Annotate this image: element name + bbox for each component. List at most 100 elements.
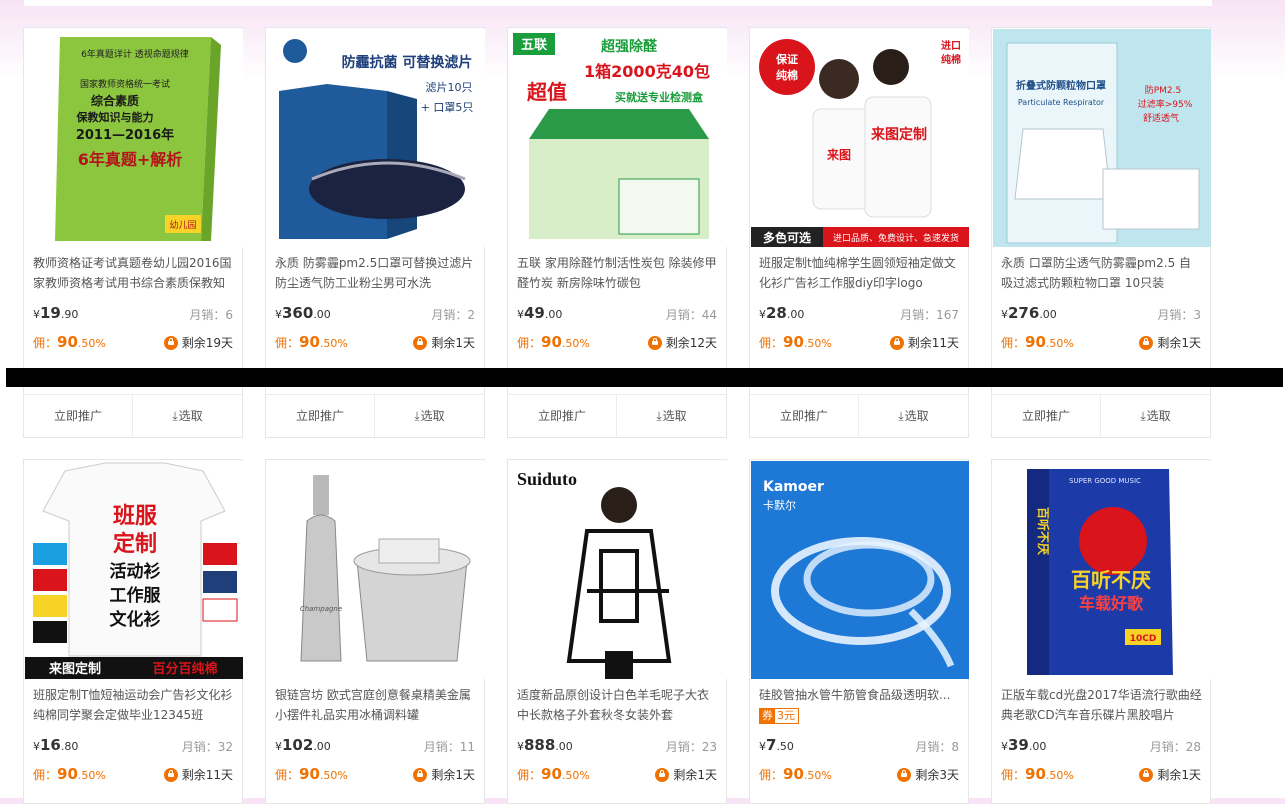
card-actions: 立即推广 ⤓选取: [750, 394, 968, 437]
commission-rate: 佣：90.50%: [1001, 333, 1074, 351]
monthly-sales: 月销：28: [1149, 740, 1201, 754]
svg-text:活动衫: 活动衫: [110, 561, 161, 582]
svg-text:6年真题+解析: 6年真题+解析: [78, 150, 183, 169]
product-card[interactable]: Champagne 银链宫坊 欧式宫庭创意餐桌精美金属小摆件礼品实用冰桶调料罐 …: [265, 459, 485, 804]
promote-button[interactable]: 立即推广: [508, 395, 617, 437]
product-image[interactable]: Kamoer 卡默尔: [751, 461, 969, 679]
svg-text:超值: 超值: [526, 80, 567, 104]
time-remaining: 剩余11天: [889, 334, 959, 351]
lock-icon: [163, 768, 178, 782]
svg-text:Kamoer: Kamoer: [763, 479, 824, 495]
product-image[interactable]: 保证 纯棉 进口 纯棉 来图 来图定制 多色可选 进口品质、免费设计、急速发货: [751, 29, 969, 247]
product-title[interactable]: 教师资格证考试真题卷幼儿园2016国家教师资格考试用书综合素质保教知: [33, 253, 235, 293]
select-button[interactable]: ⤓选取: [617, 395, 726, 437]
select-button[interactable]: ⤓选取: [1101, 395, 1210, 437]
svg-text:幼儿园: 幼儿园: [169, 219, 196, 231]
svg-text:超强除醛: 超强除醛: [600, 38, 658, 55]
product-image[interactable]: Champagne: [267, 461, 485, 679]
svg-text:卡默尔: 卡默尔: [763, 499, 796, 512]
monthly-sales: 月销：167: [900, 308, 959, 322]
lock-icon: [1139, 336, 1154, 350]
svg-text:进口品质、免费设计、急速发货: 进口品质、免费设计、急速发货: [833, 232, 959, 244]
product-price: ¥888.00: [517, 736, 573, 754]
product-price: ¥19.90: [33, 304, 79, 322]
redaction-bar: [6, 368, 1283, 387]
commission-rate: 佣：90.50%: [33, 765, 106, 783]
top-white-strip: [24, 0, 1212, 6]
svg-text:防PM2.5: 防PM2.5: [1145, 84, 1182, 96]
svg-text:五联: 五联: [521, 38, 547, 53]
download-icon: ⤓: [656, 409, 662, 423]
product-card[interactable]: Kamoer 卡默尔 硅胶管抽水管牛筋管食品级透明软... 券 3元 ¥7.50 …: [749, 459, 969, 804]
product-title[interactable]: 五联 家用除醛竹制活性炭包 除装修甲醛竹炭 新房除味竹碳包: [517, 253, 719, 293]
monthly-sales: 月销：32: [181, 740, 233, 754]
promote-button[interactable]: 立即推广: [992, 395, 1101, 437]
product-image[interactable]: 防霾抗菌 可替换滤片 滤片10只 + 口罩5只: [267, 29, 485, 247]
product-price: ¥276.00: [1001, 304, 1057, 322]
svg-text:折叠式防颗粒物口罩: 折叠式防颗粒物口罩: [1016, 79, 1106, 92]
svg-text:保证: 保证: [775, 52, 798, 66]
time-remaining: 剩余1天: [1139, 334, 1201, 351]
book-tagline: 6年真题详计 透视命题规律: [81, 48, 189, 60]
commission-rate: 佣：90.50%: [517, 765, 590, 783]
product-title[interactable]: 正版车载cd光盘2017华语流行歌曲经典老歌CD汽车音乐碟片黑胶唱片: [1001, 685, 1203, 725]
lock-icon: [413, 336, 428, 350]
product-image[interactable]: 五联 超强除醛 1箱2000克40包 超值 买就送专业检测盒: [509, 29, 727, 247]
product-price: ¥16.80: [33, 736, 79, 754]
product-card[interactable]: SUPER GOOD MUSIC 百听不厌 百听不厌 车载好歌 10CD 正版车…: [991, 459, 1211, 804]
svg-text:过滤率>95%: 过滤率>95%: [1138, 98, 1193, 110]
svg-text:Particulate Respirator: Particulate Respirator: [1018, 98, 1105, 107]
svg-text:综合素质: 综合素质: [91, 93, 139, 108]
svg-text:来图定制: 来图定制: [870, 126, 927, 143]
product-title[interactable]: 永质 口罩防尘透气防雾霾pm2.5 自吸过滤式防颗粒物口罩 10只装: [1001, 253, 1203, 293]
product-image[interactable]: Suiduto: [509, 461, 727, 679]
product-card[interactable]: 班服 定制 活动衫 工作服 文化衫 来图定制 百分百纯棉 班服定制T恤短袖运动会…: [23, 459, 243, 804]
product-price: ¥7.50: [759, 736, 794, 754]
product-price: ¥28.00: [759, 304, 805, 322]
time-remaining: 剩余11天: [163, 766, 233, 783]
commission-rate: 佣：90.50%: [275, 765, 348, 783]
download-icon: ⤓: [898, 409, 904, 423]
select-button[interactable]: ⤓选取: [859, 395, 968, 437]
lock-icon: [889, 336, 904, 350]
product-title[interactable]: 适度新品原创设计白色羊毛呢子大衣中长款格子外套秋冬女装外套: [517, 685, 719, 725]
svg-text:来图定制: 来图定制: [48, 661, 101, 677]
time-remaining: 剩余1天: [1139, 766, 1201, 783]
product-image[interactable]: 班服 定制 活动衫 工作服 文化衫 来图定制 百分百纯棉: [25, 461, 243, 679]
time-remaining: 剩余12天: [647, 334, 717, 351]
product-image[interactable]: 6年真题详计 透视命题规律 国家教师资格统一考试 综合素质 保教知识与能力 20…: [25, 29, 243, 247]
svg-text:多色可选: 多色可选: [763, 230, 811, 245]
product-card[interactable]: Suiduto 适度新品原创设计白色羊毛呢子大衣中长款格子外套秋冬女装外套 ¥8…: [507, 459, 727, 804]
svg-text:+ 口罩5只: + 口罩5只: [421, 101, 474, 114]
product-title[interactable]: 永质 防雾霾pm2.5口罩可替换过滤片防尘透气防工业粉尘男可水洗: [275, 253, 477, 293]
svg-text:防霾抗菌 可替换滤片: 防霾抗菌 可替换滤片: [342, 54, 473, 71]
lock-icon: [647, 336, 662, 350]
svg-text:Suiduto: Suiduto: [517, 469, 577, 489]
select-button[interactable]: ⤓选取: [375, 395, 484, 437]
product-price: ¥102.00: [275, 736, 331, 754]
product-title[interactable]: 班服定制T恤短袖运动会广告衫文化衫纯棉同学聚会定做毕业12345班: [33, 685, 235, 725]
time-remaining: 剩余3天: [897, 766, 959, 783]
monthly-sales: 月销：44: [665, 308, 717, 322]
commission-rate: 佣：90.50%: [1001, 765, 1074, 783]
promote-button[interactable]: 立即推广: [24, 395, 133, 437]
monthly-sales: 月销：11: [423, 740, 475, 754]
product-image[interactable]: SUPER GOOD MUSIC 百听不厌 百听不厌 车载好歌 10CD: [993, 461, 1211, 679]
commission-rate: 佣：90.50%: [759, 333, 832, 351]
product-title[interactable]: 银链宫坊 欧式宫庭创意餐桌精美金属小摆件礼品实用冰桶调料罐: [275, 685, 477, 725]
svg-text:百听不厌: 百听不厌: [1036, 507, 1051, 555]
coupon-badge: 券 3元: [759, 708, 799, 724]
promote-button[interactable]: 立即推广: [266, 395, 375, 437]
select-button[interactable]: ⤓选取: [133, 395, 242, 437]
card-actions: 立即推广 ⤓选取: [992, 394, 1210, 437]
product-title[interactable]: 班服定制t恤纯棉学生圆领短袖定做文化衫广告衫工作服diy印字logo: [759, 253, 961, 293]
product-title[interactable]: 硅胶管抽水管牛筋管食品级透明软... 券 3元: [759, 685, 961, 725]
product-image[interactable]: 折叠式防颗粒物口罩 Particulate Respirator 防PM2.5 …: [993, 29, 1211, 247]
svg-text:班服: 班服: [113, 504, 158, 529]
monthly-sales: 月销：23: [665, 740, 717, 754]
promote-button[interactable]: 立即推广: [750, 395, 859, 437]
time-remaining: 剩余1天: [655, 766, 717, 783]
svg-text:买就送专业检测盒: 买就送专业检测盒: [615, 90, 704, 104]
svg-text:10CD: 10CD: [1130, 634, 1157, 644]
svg-text:Champagne: Champagne: [300, 605, 342, 613]
